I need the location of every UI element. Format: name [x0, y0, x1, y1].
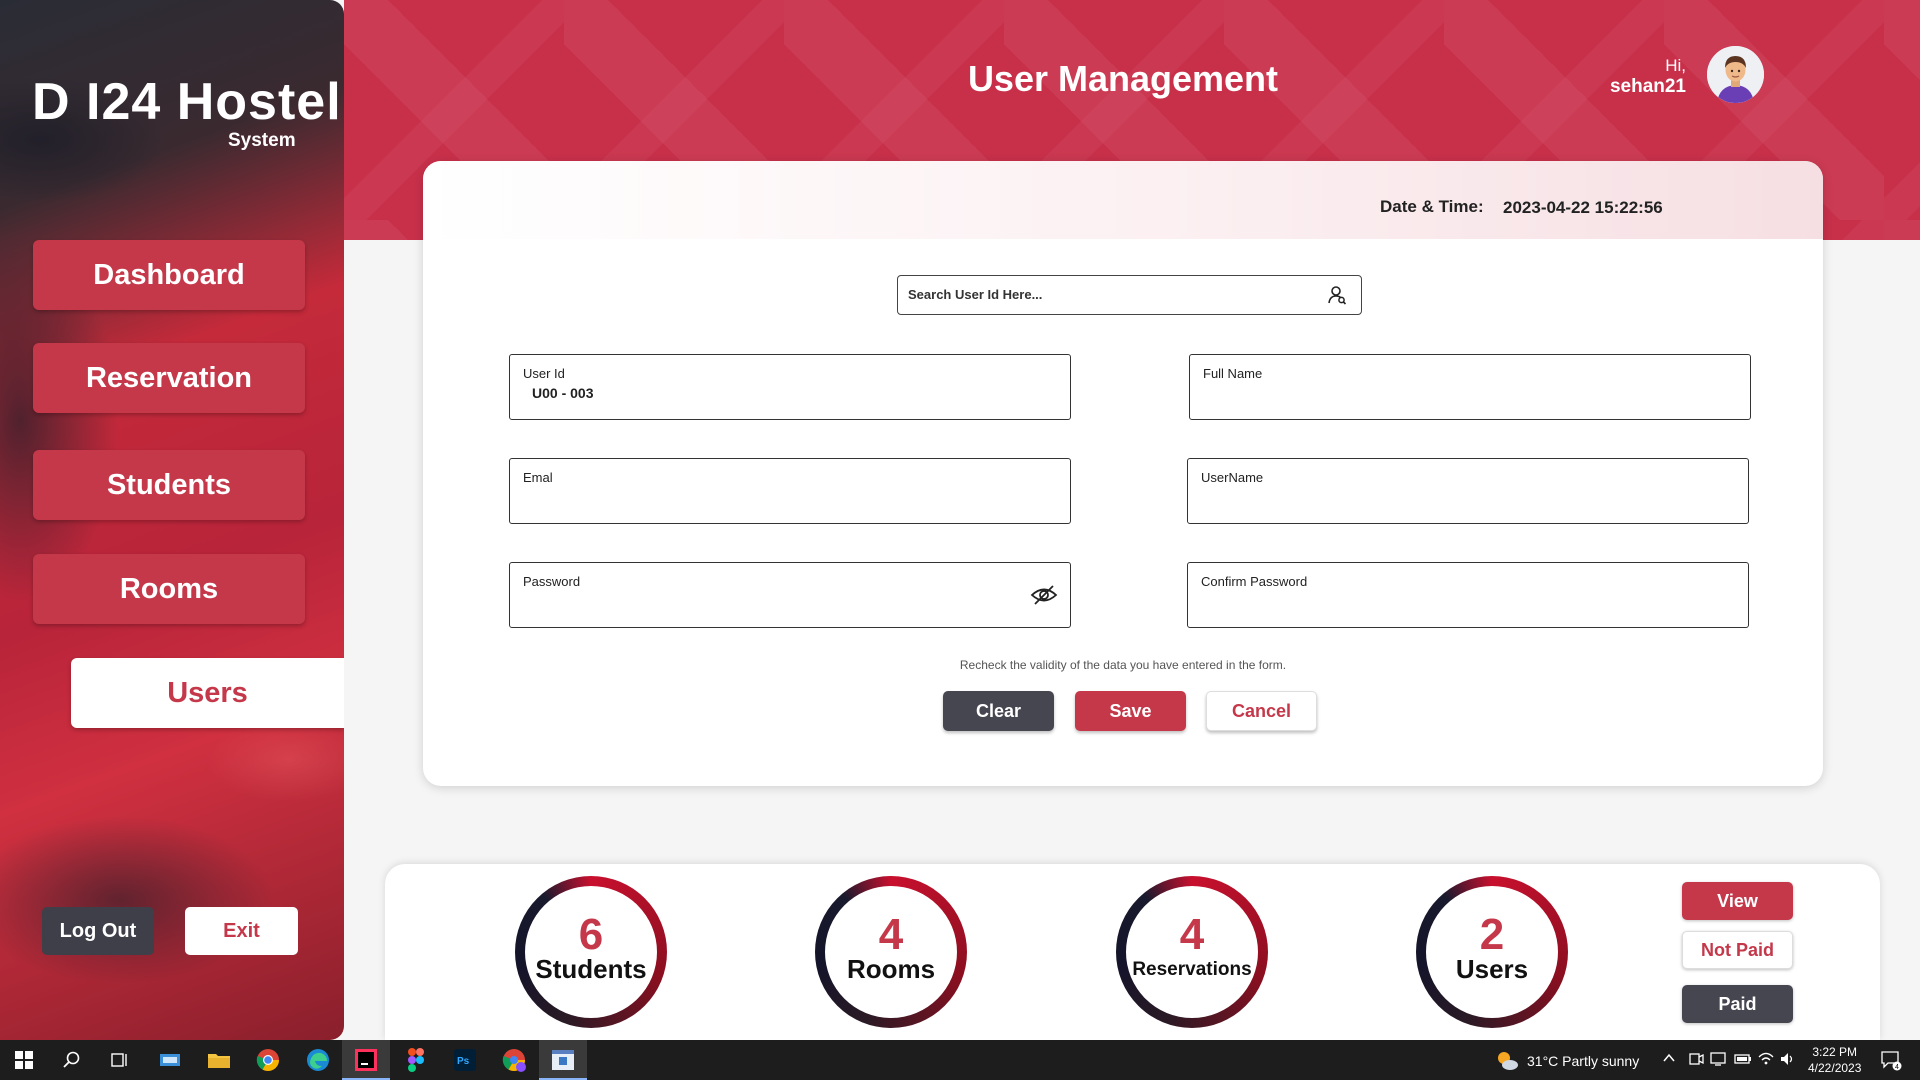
students-stat: 6 Students	[515, 876, 667, 1028]
not-paid-button[interactable]: Not Paid	[1682, 931, 1793, 969]
sidebar-item-users[interactable]: Users	[71, 658, 344, 728]
display-icon[interactable]	[1710, 1051, 1726, 1070]
clear-button[interactable]: Clear	[943, 691, 1054, 731]
view-button[interactable]: View	[1682, 882, 1793, 920]
java-app-icon[interactable]	[549, 1046, 577, 1074]
students-count: 6	[578, 910, 604, 959]
user-id-field[interactable]: User Id U00 - 003	[509, 354, 1071, 420]
windows-start-icon[interactable]	[10, 1046, 38, 1074]
email-label: Emal	[523, 470, 553, 485]
figma-icon[interactable]	[402, 1046, 430, 1074]
cancel-button[interactable]: Cancel	[1206, 691, 1317, 731]
stat-ring-inner: 4 Reservations	[1126, 886, 1258, 1018]
users-label: Users	[1455, 954, 1529, 984]
users-stat: 2 Users	[1416, 876, 1568, 1028]
weather-text: 31°C Partly sunny	[1527, 1053, 1640, 1069]
rooms-stat: 4 Rooms	[815, 876, 967, 1028]
intellij-idea-icon[interactable]	[352, 1046, 380, 1074]
user-id-value: U00 - 003	[532, 385, 594, 401]
chrome-icon[interactable]	[254, 1046, 282, 1074]
stat-ring-inner: 2 Users	[1426, 886, 1558, 1018]
save-button[interactable]: Save	[1075, 691, 1186, 731]
full-name-label: Full Name	[1203, 366, 1263, 381]
students-label: Students	[535, 954, 647, 984]
photoshop-icon[interactable]: Ps	[451, 1046, 479, 1074]
user-search-icon[interactable]	[1327, 285, 1347, 310]
chrome-profile-icon[interactable]	[500, 1046, 528, 1074]
password-field[interactable]: Password	[509, 562, 1071, 628]
full-name-field[interactable]: Full Name	[1189, 354, 1751, 420]
partly-sunny-icon	[1498, 1052, 1518, 1070]
username-text: sehan21	[1609, 76, 1686, 97]
windows-taskbar: Ps 31°C Partly sunny 3:22 PM 4/22/2023 4	[0, 1040, 1920, 1080]
sidebar: D I24 Hostel System Dashboard Reservatio…	[0, 0, 344, 1040]
logo-title: D I24 Hostel	[32, 73, 342, 131]
logo-subtitle: System	[228, 130, 296, 151]
sidebar-item-rooms[interactable]: Rooms	[33, 554, 305, 624]
file-explorer-icon[interactable]	[205, 1046, 233, 1074]
eye-slash-icon[interactable]	[1030, 583, 1058, 612]
wifi-icon[interactable]	[1758, 1051, 1774, 1070]
system-clock[interactable]: 3:22 PM 4/22/2023	[1808, 1044, 1861, 1076]
user-id-label: User Id	[523, 366, 565, 381]
task-view-icon[interactable]	[106, 1046, 134, 1074]
stat-ring-inner: 6 Students	[525, 886, 657, 1018]
rooms-count: 4	[878, 910, 904, 959]
confirm-password-field[interactable]: Confirm Password	[1187, 562, 1749, 628]
svg-text:Ps: Ps	[457, 1056, 470, 1067]
user-greeting: Hi, sehan21	[1610, 56, 1686, 98]
stats-panel: 6 Students 4 Rooms 4 Reservations 2 User…	[385, 864, 1880, 1040]
datetime-label: Date & Time:	[1380, 197, 1484, 216]
greeting-text: Hi,	[1665, 56, 1686, 75]
clock-date: 4/22/2023	[1808, 1061, 1862, 1075]
username-field[interactable]: UserName	[1187, 458, 1749, 524]
datetime-value: 2023-04-22 15:22:56	[1503, 198, 1663, 217]
form-hint: Recheck the validity of the data you hav…	[959, 658, 1287, 672]
password-label: Password	[523, 574, 581, 589]
rooms-label: Rooms	[846, 954, 936, 984]
logout-button[interactable]: Log Out	[42, 907, 154, 955]
avatar[interactable]	[1707, 46, 1764, 103]
notification-icon[interactable]: 4	[1880, 1049, 1902, 1074]
edge-icon[interactable]	[304, 1046, 332, 1074]
reservations-label: Reservations	[1132, 959, 1252, 980]
users-count: 2	[1479, 910, 1505, 959]
sidebar-item-reservation[interactable]: Reservation	[33, 343, 305, 413]
battery-icon[interactable]	[1734, 1051, 1752, 1070]
chevron-up-icon[interactable]	[1662, 1051, 1676, 1068]
sidebar-item-students[interactable]: Students	[33, 450, 305, 520]
search-placeholder: Search User Id Here...	[908, 287, 1043, 302]
volume-icon[interactable]	[1780, 1051, 1796, 1070]
meet-now-icon[interactable]	[1688, 1051, 1704, 1070]
weather-widget[interactable]: 31°C Partly sunny	[1495, 1050, 1639, 1072]
username-label: UserName	[1201, 470, 1264, 485]
search-icon[interactable]	[58, 1046, 86, 1074]
confirm-password-label: Confirm Password	[1201, 574, 1308, 589]
sidebar-item-dashboard[interactable]: Dashboard	[33, 240, 305, 310]
clock-time: 3:22 PM	[1812, 1045, 1858, 1059]
user-form-card: Date & Time: 2023-04-22 15:22:56 Search …	[423, 161, 1823, 786]
stat-ring-inner: 4 Rooms	[825, 886, 957, 1018]
exit-button[interactable]: Exit	[185, 907, 298, 955]
search-user-input[interactable]: Search User Id Here...	[897, 275, 1362, 315]
paid-button[interactable]: Paid	[1682, 985, 1793, 1023]
app-logo: D I24 Hostel System	[32, 72, 342, 151]
notification-count: 4	[1895, 1064, 1899, 1071]
reservations-count: 4	[1179, 910, 1205, 959]
reservations-stat: 4 Reservations	[1116, 876, 1268, 1028]
user-avatar-icon	[1707, 46, 1764, 103]
onedrive-app-icon[interactable]	[156, 1046, 184, 1074]
email-field[interactable]: Emal	[509, 458, 1071, 524]
